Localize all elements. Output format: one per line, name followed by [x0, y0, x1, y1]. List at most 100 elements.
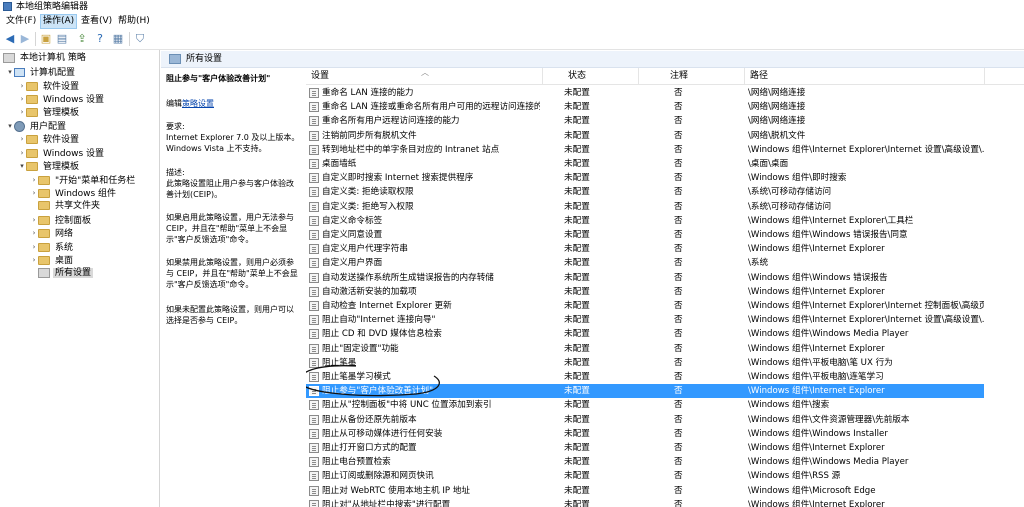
export-icon[interactable]: ⇪	[75, 32, 89, 46]
tree-node-desktop[interactable]: › 桌面	[30, 254, 75, 267]
state-cell: 未配置	[564, 102, 590, 113]
table-row[interactable]: 阻止对"从地址栏中搜索"进行配置 未配置 否 \Windows 组件\Internet…	[306, 498, 984, 507]
table-row[interactable]: 阻止电台预置检索 未配置 否 \Windows 组件\Windows Media Pl…	[306, 455, 984, 469]
table-row[interactable]: 阻止打开窗口方式的配置 未配置 否 \Windows 组件\Internet Expl…	[306, 441, 984, 455]
forward-arrow-icon[interactable]: ▶	[18, 32, 32, 46]
expand-arrow-icon[interactable]: ›	[30, 227, 38, 240]
state-cell: 未配置	[564, 499, 590, 507]
expand-arrow-icon[interactable]: ›	[30, 254, 38, 267]
expand-arrow-icon[interactable]: ▾	[6, 120, 14, 133]
expand-arrow-icon[interactable]: ›	[18, 147, 26, 160]
table-row[interactable]: 自定义用户界面 未配置 否 \系统	[306, 256, 984, 270]
back-arrow-icon[interactable]: ◀	[3, 32, 17, 46]
column-header-setting[interactable]: 设置	[311, 70, 329, 82]
comment-cell: 否	[674, 187, 683, 198]
table-row[interactable]: 阻止从"控制面板"中将 UNC 位置添加到索引 未配置 否 \Windows 组件\搜…	[306, 398, 984, 412]
tree-node-windows-settings[interactable]: › Windows 设置	[18, 93, 106, 106]
table-row[interactable]: 自定义类: 拒绝读取权限 未配置 否 \系统\可移动存储访问	[306, 185, 984, 199]
expand-arrow-icon[interactable]: ›	[30, 214, 38, 227]
tree-node-shared-folders[interactable]: 共享文件夹	[30, 200, 102, 213]
comment-cell: 否	[674, 329, 683, 340]
path-cell: \Windows 组件\Internet Explorer	[748, 499, 885, 507]
setting-name-cell: 阻止电台预置检索	[322, 457, 391, 468]
menu-action[interactable]: 操作(A)	[40, 14, 78, 29]
column-header-state[interactable]: 状态	[568, 70, 586, 82]
column-divider[interactable]	[542, 68, 543, 84]
table-row[interactable]: 阻止从备份还原先前版本 未配置 否 \Windows 组件\文件资源管理器\先前版本	[306, 413, 984, 427]
comment-cell: 否	[674, 130, 683, 141]
table-row[interactable]: 自定义类: 拒绝写入权限 未配置 否 \系统\可移动存储访问	[306, 200, 984, 214]
table-row[interactable]: 阻止自动"Internet 连接向导" 未配置 否 \Windows 组件\Inter…	[306, 313, 984, 327]
table-row[interactable]: 重命名所有用户远程访问连接的能力 未配置 否 \网络\网络连接	[306, 114, 984, 128]
table-row[interactable]: 自定义即时搜索 Internet 搜索提供程序 未配置 否 \Windows 组件\即…	[306, 171, 984, 185]
tree-node-windows-components[interactable]: › Windows 组件	[30, 187, 118, 200]
table-row[interactable]: 阻止笔墨学习模式 未配置 否 \Windows 组件\平板电脑\连笔学习	[306, 370, 984, 384]
tree-node-start-menu-taskbar[interactable]: › "开始"菜单和任务栏	[30, 174, 137, 187]
table-row[interactable]: 阻止 CD 和 DVD 媒体信息检索 未配置 否 \Windows 组件\Window…	[306, 327, 984, 341]
filter-icon[interactable]: ⛉	[133, 32, 147, 46]
menu-view[interactable]: 查看(V)	[79, 15, 114, 28]
expand-arrow-icon[interactable]: ›	[18, 93, 26, 106]
table-row[interactable]: 阻止对 WebRTC 使用本地主机 IP 地址 未配置 否 \Windows 组件\M…	[306, 484, 984, 498]
tree-node-user-admin-templates[interactable]: ▾ 管理模板	[18, 160, 81, 173]
table-row[interactable]: 注销前同步所有脱机文件 未配置 否 \网络\脱机文件	[306, 129, 984, 143]
comment-cell: 否	[674, 457, 683, 468]
column-header-comment[interactable]: 注释	[670, 70, 688, 82]
expand-arrow-icon[interactable]: ›	[18, 106, 26, 119]
table-row[interactable]: 自定义同意设置 未配置 否 \Windows 组件\Windows 错误报告\同意	[306, 228, 984, 242]
table-row[interactable]: 自定义用户代理字符串 未配置 否 \Windows 组件\Internet Explo…	[306, 242, 984, 256]
path-cell: \网络\网络连接	[748, 116, 806, 127]
expand-arrow-icon[interactable]: ▾	[6, 66, 14, 79]
column-divider[interactable]	[744, 68, 745, 84]
tree-node-system[interactable]: › 系统	[30, 241, 75, 254]
path-cell: \Windows 组件\Internet Explorer	[748, 343, 885, 354]
expand-arrow-icon[interactable]: ›	[30, 241, 38, 254]
menu-file[interactable]: 文件(F)	[4, 15, 38, 28]
expand-arrow-icon[interactable]: ▾	[18, 160, 26, 173]
menu-help[interactable]: 帮助(H)	[116, 15, 152, 28]
tree-node-all-settings[interactable]: 所有设置	[30, 267, 94, 280]
edit-policy-link[interactable]: 策略设置	[182, 99, 214, 108]
expand-arrow-icon[interactable]: ›	[18, 80, 26, 93]
table-row[interactable]: 自动检查 Internet Explorer 更新 未配置 否 \Windows 组件…	[306, 299, 984, 313]
table-row[interactable]: 自定义命令标签 未配置 否 \Windows 组件\Internet Explorer…	[306, 214, 984, 228]
table-row[interactable]: 自动激活新安装的加载项 未配置 否 \Windows 组件\Internet Expl…	[306, 285, 984, 299]
tree-node-computer-config[interactable]: ▾ 计算机配置	[6, 66, 77, 79]
tree-node-local-policy[interactable]: 本地计算机 策略	[3, 52, 88, 65]
state-cell: 未配置	[564, 357, 590, 368]
table-row[interactable]: 转到地址栏中的单字条目对应的 Intranet 站点 未配置 否 \Windows 组…	[306, 143, 984, 157]
setting-name-cell: 阻止从可移动媒体进行任何安装	[322, 428, 443, 439]
tree-node-admin-templates[interactable]: › 管理模板	[18, 106, 81, 119]
table-row[interactable]: 重命名 LAN 连接或重命名所有用户可用的远程访问连接的... 未配置 否 \网络\网…	[306, 100, 984, 114]
folder-icon	[169, 54, 181, 64]
properties-icon[interactable]: ▦	[111, 32, 125, 46]
table-row[interactable]: 阻止订阅或删除源和网页快讯 未配置 否 \Windows 组件\RSS 源	[306, 469, 984, 483]
folder-icon	[38, 176, 50, 185]
tree-node-network[interactable]: › 网络	[30, 227, 75, 240]
tree-node-user-software-settings[interactable]: › 软件设置	[18, 133, 81, 146]
table-row[interactable]: 阻止"固定设置"功能 未配置 否 \Windows 组件\Internet Explo…	[306, 342, 984, 356]
show-tree-icon[interactable]: ▤	[55, 32, 69, 46]
table-row[interactable]: 阻止从可移动媒体进行任何安装 未配置 否 \Windows 组件\Windows In…	[306, 427, 984, 441]
path-cell: \Windows 组件\Internet Explorer\Internet 设…	[748, 144, 984, 155]
column-header-path[interactable]: 路径	[750, 70, 768, 82]
table-row[interactable]: 重命名 LAN 连接的能力 未配置 否 \网络\网络连接	[306, 86, 984, 100]
table-row[interactable]: 阻止参与"客户体验改善计划" 未配置 否 \Windows 组件\Internet E…	[306, 384, 984, 399]
tree-node-software-settings[interactable]: › 软件设置	[18, 80, 81, 93]
column-divider[interactable]	[638, 68, 639, 84]
expand-arrow-icon[interactable]: ›	[30, 187, 38, 200]
help-icon[interactable]: ?	[93, 32, 107, 46]
table-row[interactable]: 阻止笔墨 未配置 否 \Windows 组件\平板电脑\笔 UX 行为	[306, 356, 984, 370]
column-divider[interactable]	[984, 68, 985, 84]
policy-setting-icon	[309, 187, 319, 198]
tree-node-user-config[interactable]: ▾ 用户配置	[6, 120, 68, 133]
table-row[interactable]: 桌面墙纸 未配置 否 \桌面\桌面	[306, 157, 984, 171]
setting-name-cell: 阻止订阅或删除源和网页快讯	[322, 471, 434, 482]
folder-icon	[38, 243, 50, 252]
expand-arrow-icon[interactable]: ›	[30, 174, 38, 187]
tree-node-user-windows-settings[interactable]: › Windows 设置	[18, 147, 106, 160]
tree-node-control-panel[interactable]: › 控制面板	[30, 214, 93, 227]
up-folder-icon[interactable]: ▣	[39, 32, 53, 46]
expand-arrow-icon[interactable]: ›	[18, 133, 26, 146]
table-row[interactable]: 自动发送操作系统所生成错误报告的内存转储 未配置 否 \Windows 组件\Wind…	[306, 271, 984, 285]
